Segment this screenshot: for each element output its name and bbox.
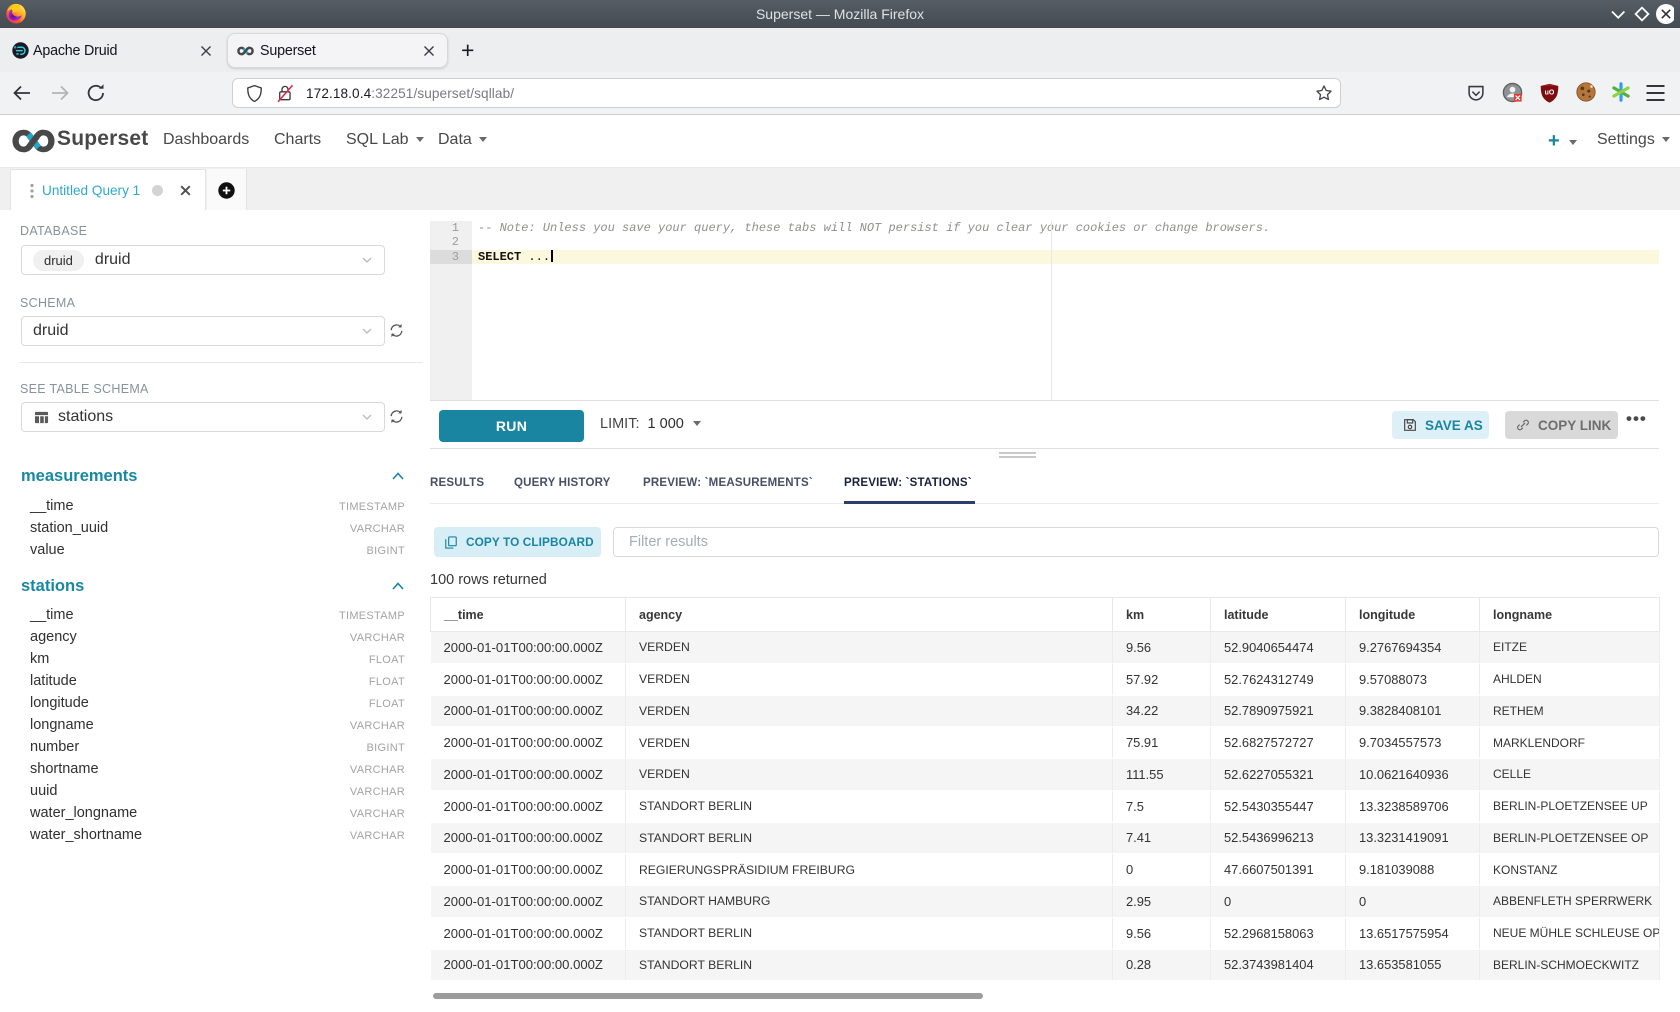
svg-text:uO: uO — [1545, 89, 1555, 96]
